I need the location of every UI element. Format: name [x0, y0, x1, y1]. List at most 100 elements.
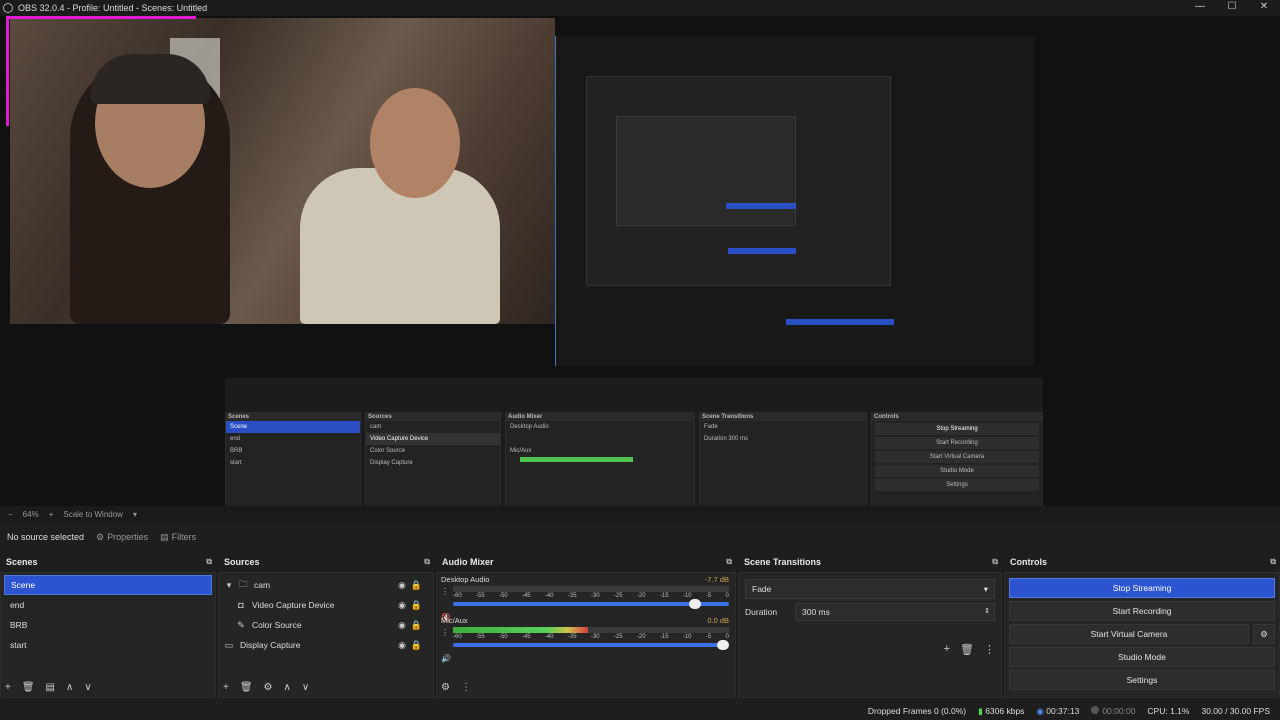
trash-icon[interactable]: 🗑	[22, 682, 35, 693]
selection-outline	[6, 16, 9, 126]
controls-body: Stop Streaming Start Recording Start Vir…	[1004, 572, 1280, 698]
tick-label: -20	[636, 593, 646, 599]
spin-arrows-icon[interactable]: ⇕	[984, 604, 990, 620]
lock-icon[interactable]: 🔒	[411, 620, 422, 631]
close-button[interactable]: ✕	[1248, 0, 1280, 16]
record-icon	[1091, 706, 1100, 714]
tick-label: -45	[521, 593, 531, 599]
folder-icon: 🗀	[238, 579, 248, 589]
channel-mic-aux: Mic/Aux 0.0 dB ⋮ -60 -55 -50 -45 -40 -35 -30 -25…	[437, 614, 735, 663]
lock-icon[interactable]: 🔒	[411, 600, 422, 611]
filters-button[interactable]: ▤ Filters	[160, 532, 196, 543]
volume-knob[interactable]	[717, 640, 729, 650]
gear-icon[interactable]: ⚙	[264, 682, 273, 693]
gear-icon[interactable]: ⚙	[1253, 624, 1275, 644]
audio-mixer-title: Audio Mixer	[442, 557, 494, 567]
window-title: OBS 32.0.4 - Profile: Untitled - Scenes:…	[18, 3, 208, 13]
eye-icon[interactable]: ◉	[398, 580, 406, 591]
properties-button[interactable]: ⚙ Properties	[96, 532, 148, 543]
add-transition-icon[interactable]: +	[944, 643, 950, 656]
scene-item[interactable]: start	[4, 635, 212, 655]
arrow-down-icon[interactable]: ∨	[84, 682, 91, 693]
undock-icon[interactable]: ⧉	[992, 557, 998, 567]
lock-icon[interactable]: 🔒	[411, 640, 422, 651]
level-fill	[453, 627, 589, 633]
trash-icon[interactable]: 🗑	[240, 682, 253, 693]
scene-transitions-title: Scene Transitions	[744, 557, 822, 567]
source-item[interactable]: ✎ Color Source ◉ 🔒	[222, 615, 430, 635]
undock-icon[interactable]: ⧉	[726, 557, 732, 567]
transition-select[interactable]: Fade ▾	[745, 579, 995, 599]
arrow-down-icon[interactable]: ∨	[302, 682, 309, 693]
more-icon[interactable]: ⋮	[441, 628, 449, 637]
sources-list: ▾ 🗀 cam ◉ 🔒 ◘ Video Capture Device ◉ 🔒 ✎…	[218, 572, 434, 698]
scene-item[interactable]: Scene	[4, 575, 212, 595]
start-virtual-camera-button[interactable]: Start Virtual Camera ⚙	[1009, 624, 1275, 644]
more-icon[interactable]: ⋮	[461, 682, 471, 693]
settings-button[interactable]: Settings	[1009, 670, 1275, 690]
level-meter	[453, 586, 729, 592]
eye-icon[interactable]: ◉	[398, 600, 406, 611]
scene-item[interactable]: end	[4, 595, 212, 615]
studio-mode-button[interactable]: Studio Mode	[1009, 647, 1275, 667]
trash-icon[interactable]: 🗑	[960, 643, 974, 656]
preview-canvas[interactable]: Scenes Scene end BRB start Sources cam Video…	[0, 16, 1280, 506]
minimize-button[interactable]: —	[1184, 0, 1216, 16]
zoom-out-button[interactable]: −	[8, 510, 13, 519]
channel-name: Mic/Aux	[441, 616, 468, 625]
lock-icon[interactable]: 🔒	[411, 580, 422, 591]
more-icon[interactable]: ⋮	[984, 643, 995, 656]
link-icon[interactable]: ⚙	[441, 682, 450, 693]
undock-icon[interactable]: ⧉	[424, 557, 430, 567]
chevron-down-icon[interactable]: ▾	[133, 510, 137, 519]
volume-knob[interactable]	[689, 599, 702, 609]
volume-slider[interactable]	[453, 599, 729, 609]
chevron-down-icon: ▾	[983, 583, 988, 594]
sources-dock: Sources ⧉ ▾ 🗀 cam ◉ 🔒 ◘ Video Capture Dev…	[218, 554, 434, 698]
scale-mode-select[interactable]: Scale to Window	[63, 510, 123, 519]
start-recording-button[interactable]: Start Recording	[1009, 601, 1275, 621]
tick-label: -15	[659, 593, 669, 599]
eye-icon[interactable]: ◉	[398, 640, 406, 651]
add-scene-icon[interactable]: +	[5, 682, 11, 693]
source-item[interactable]: ◘ Video Capture Device ◉ 🔒	[222, 595, 430, 615]
arrow-up-icon[interactable]: ∧	[284, 682, 291, 693]
tick-label: -40	[544, 634, 554, 640]
no-source-label: No source selected	[7, 532, 85, 542]
filter-icon[interactable]: ▤	[46, 682, 55, 693]
meter-ticks: -60 -55 -50 -45 -40 -35 -30 -25 -20 -15 -10 -5 0	[453, 634, 729, 640]
dropped-frames: Dropped Frames 0 (0.0%)	[867, 706, 967, 716]
zoom-level: 64%	[22, 509, 39, 519]
tick-label: -5	[705, 593, 712, 599]
record-time: 00:00:00	[1102, 706, 1136, 716]
scene-item[interactable]: BRB	[4, 615, 212, 635]
tick-label: 0	[725, 634, 729, 640]
undock-icon[interactable]: ⧉	[206, 557, 212, 567]
zoom-in-button[interactable]: +	[49, 510, 54, 519]
more-icon[interactable]: ⋮	[441, 587, 449, 596]
duration-spinbox[interactable]: 300 ms ⇕	[795, 603, 995, 621]
filter-icon: ▤	[160, 531, 169, 542]
arrow-up-icon[interactable]: ∧	[66, 682, 73, 693]
volume-slider[interactable]	[453, 640, 729, 650]
status-bar: Dropped Frames 0 (0.0%) ▮ 6306 kbps ◉ 00…	[0, 702, 1280, 720]
undock-icon[interactable]: ⧉	[1270, 557, 1276, 567]
scene-transitions-body: Fade ▾ Duration 300 ms ⇕ + 🗑 ⋮	[738, 572, 1002, 698]
audio-mixer-dock: Audio Mixer ⧉ Desktop Audio -7.7 dB ⋮ -60 -…	[436, 554, 736, 698]
nested-display-capture	[555, 36, 1035, 366]
stop-streaming-button[interactable]: Stop Streaming	[1009, 578, 1275, 598]
source-item[interactable]: ▾ 🗀 cam ◉ 🔒	[222, 575, 430, 595]
scenes-title: Scenes	[6, 557, 38, 567]
duration-label: Duration	[745, 607, 778, 617]
signal-icon: ▮	[978, 705, 983, 716]
maximize-button[interactable]: ☐	[1216, 0, 1248, 16]
meter-ticks: -60 -55 -50 -45 -40 -35 -30 -25 -20 -15 -10 -5 0	[453, 593, 729, 599]
tick-label: -30	[590, 593, 600, 599]
speaker-icon[interactable]: 🔊	[441, 654, 451, 663]
eye-icon[interactable]: ◉	[398, 620, 406, 631]
tick-label: -50	[498, 634, 508, 640]
source-item[interactable]: ▭ Display Capture ◉ 🔒	[222, 635, 430, 655]
brush-icon: ✎	[237, 619, 245, 630]
add-source-icon[interactable]: +	[223, 682, 229, 693]
chevron-down-icon[interactable]: ▾	[222, 580, 236, 591]
